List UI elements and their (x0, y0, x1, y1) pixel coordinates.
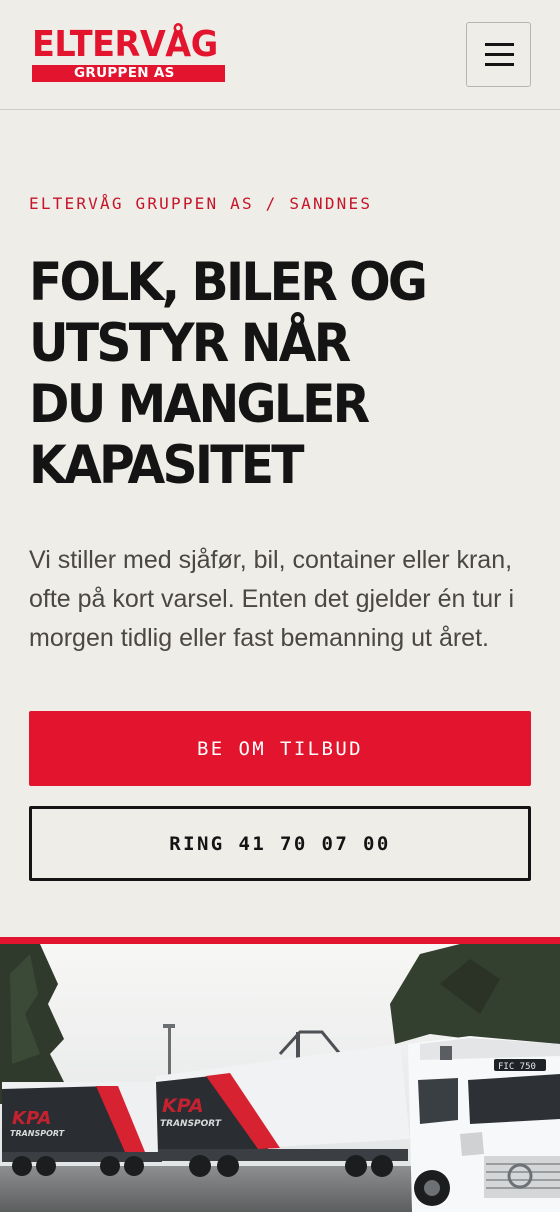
headline-line: FOLK, BILER OG (29, 252, 428, 313)
menu-line (485, 63, 514, 66)
headline-line: UTSTYR NÅR (29, 313, 351, 374)
left-trailer: KPA TRANSPORT (2, 1082, 162, 1176)
menu-line (485, 43, 514, 46)
hero-photo: KPA TRANSPORT KPA TRANSPORT FIC 750 (0, 944, 560, 1212)
request-quote-button[interactable]: BE OM TILBUD (29, 711, 531, 786)
headline-line: DU MANGLER (29, 374, 370, 435)
plate-text: FIC 750 (498, 1062, 536, 1072)
menu-line (485, 53, 514, 56)
brand-logo[interactable]: ELTERVÅG GRUPPEN AS (32, 27, 226, 84)
hero-headline: FOLK, BILER OG UTSTYR NÅR DU MANGLER KAP… (29, 252, 529, 496)
logo-subtitle: GRUPPEN AS (32, 65, 225, 82)
truck-cab: FIC 750 (408, 1036, 560, 1212)
svg-text:TRANSPORT: TRANSPORT (160, 1119, 222, 1129)
call-phone-button[interactable]: RING 41 70 07 00 (29, 806, 531, 881)
headline-line: KAPASITET (29, 435, 305, 496)
site-header: ELTERVÅG GRUPPEN AS (0, 0, 560, 110)
hero-lead-text: Vi stiller med sjåfør, bil, container el… (29, 546, 514, 652)
menu-button[interactable] (466, 22, 531, 87)
trailer-logo-text: KPA (12, 1108, 51, 1129)
hero-divider (0, 937, 560, 944)
svg-text:KPA: KPA (162, 1095, 204, 1117)
trucks-illustration: KPA TRANSPORT KPA TRANSPORT FIC 750 (0, 944, 560, 1212)
logo-wordmark: ELTERVÅG (32, 24, 218, 65)
hero-eyebrow: ELTERVÅG GRUPPEN AS / SANDNES (29, 194, 373, 213)
trailer-sub-text: TRANSPORT (10, 1129, 65, 1138)
